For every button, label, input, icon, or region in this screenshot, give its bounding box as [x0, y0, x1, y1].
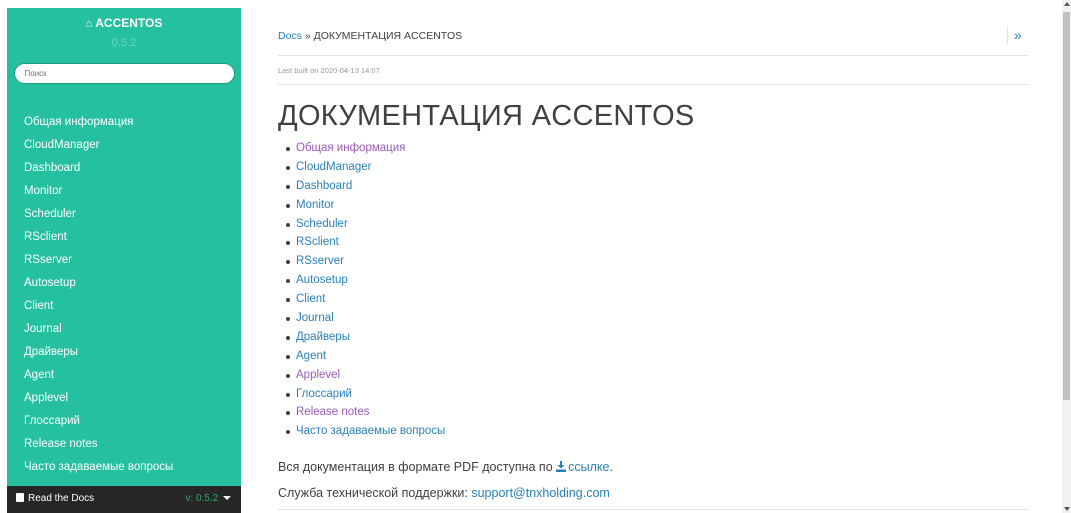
sidebar-item[interactable]: Autosetup — [7, 272, 241, 295]
toc-item: Applevel — [286, 366, 445, 385]
pdf-end: . — [609, 460, 613, 474]
toc-item: Драйверы — [286, 328, 445, 347]
toc-item: CloudManager — [286, 158, 445, 177]
breadcrumb: Docs » ДОКУМЕНТАЦИЯ ACCENTOS — [278, 30, 462, 42]
toc-link[interactable]: Monitor — [296, 199, 334, 211]
caret-down-icon — [223, 496, 231, 500]
search-input[interactable] — [13, 63, 235, 84]
toc-link[interactable]: RSserver — [296, 255, 344, 267]
versions-footer[interactable]: Read the Docs v: 0.5.2 — [7, 486, 241, 513]
toc-link[interactable]: Scheduler — [296, 218, 348, 230]
toc-item: Dashboard — [286, 177, 445, 196]
scroll-down-arrow-icon[interactable] — [1064, 507, 1070, 511]
download-icon — [556, 461, 567, 472]
project-title: ACCENTOS — [95, 16, 163, 30]
toc-link[interactable]: Dashboard — [296, 180, 352, 192]
toc-item: RSserver — [286, 252, 445, 271]
support-paragraph: Служба технической поддержки: support@tn… — [278, 486, 610, 500]
sidebar-item[interactable]: Dashboard — [7, 157, 241, 180]
sidebar-item[interactable]: Глоссарий — [7, 410, 241, 433]
scroll-up-arrow-icon[interactable] — [1064, 2, 1070, 6]
toc-item: Общая информация — [286, 139, 445, 158]
toc-link[interactable]: Applevel — [296, 369, 340, 381]
scroll-thumb[interactable] — [1063, 12, 1070, 400]
project-home-link[interactable]: ⌂ ACCENTOS — [7, 16, 241, 30]
scrollbar[interactable] — [1062, 0, 1071, 513]
toc-item: RSclient — [286, 233, 445, 252]
toc-item: Scheduler — [286, 215, 445, 234]
toc-item: Monitor — [286, 196, 445, 215]
toc-item: Journal — [286, 309, 445, 328]
breadcrumb-separator: » — [301, 30, 314, 42]
support-text: Служба технической поддержки: — [278, 486, 472, 500]
sidebar-item[interactable]: Release notes — [7, 433, 241, 456]
sidebar-item[interactable]: RSserver — [7, 249, 241, 272]
sidebar-item[interactable]: Applevel — [7, 387, 241, 410]
version-selector[interactable]: v: 0.5.2 — [185, 493, 231, 504]
sidebar-item[interactable]: Agent — [7, 364, 241, 387]
toc-link[interactable]: Autosetup — [296, 274, 348, 286]
pdf-download-link[interactable]: ссылке — [556, 460, 609, 474]
toc-item: Agent — [286, 347, 445, 366]
sidebar-item[interactable]: Драйверы — [7, 341, 241, 364]
sidebar-item[interactable]: RSclient — [7, 226, 241, 249]
toc-link[interactable]: Драйверы — [296, 331, 350, 343]
pdf-text: Вся документация в формате PDF доступна … — [278, 460, 557, 474]
read-the-docs-label: Read the Docs — [16, 493, 94, 504]
toc-link[interactable]: Release notes — [296, 406, 370, 418]
toc-link[interactable]: Часто задаваемые вопросы — [296, 425, 445, 437]
toc-list: Общая информация CloudManager Dashboard … — [286, 139, 445, 441]
last-built: Last built on 2020-04-13 14:07 — [278, 66, 380, 75]
sidebar-item[interactable]: Scheduler — [7, 203, 241, 226]
sidebar: ⌂ACCENTOS 0.5.2 Общая информация CloudMa… — [7, 8, 241, 513]
book-icon — [16, 493, 24, 502]
sidebar-header: ⌂ ACCENTOS 0.5.2 — [7, 8, 241, 84]
sidebar-item[interactable]: Client — [7, 295, 241, 318]
sidebar-nav: Общая информация CloudManager Dashboard … — [7, 111, 241, 479]
toc-item: Client — [286, 290, 445, 309]
toc-link[interactable]: CloudManager — [296, 161, 371, 173]
support-email-link[interactable]: support@tnxholding.com — [471, 486, 609, 500]
toc-item: Часто задаваемые вопросы — [286, 422, 445, 441]
toc-link[interactable]: Общая информация — [296, 142, 405, 154]
divider — [278, 509, 1028, 510]
expand-icon[interactable]: » — [1007, 26, 1022, 44]
sidebar-item[interactable]: Journal — [7, 318, 241, 341]
toc-item: Глоссарий — [286, 385, 445, 404]
breadcrumb-current: ДОКУМЕНТАЦИЯ ACCENTOS — [313, 30, 463, 42]
sidebar-item[interactable]: Часто задаваемые вопросы — [7, 456, 241, 479]
pdf-paragraph: Вся документация в формате PDF доступна … — [278, 460, 613, 474]
project-version: 0.5.2 — [111, 37, 137, 49]
home-icon: ⌂ — [85, 18, 93, 30]
sidebar-item[interactable]: Monitor — [7, 180, 241, 203]
toc-link[interactable]: Глоссарий — [296, 388, 352, 400]
toc-link[interactable]: Client — [296, 293, 325, 305]
toc-item: Release notes — [286, 403, 445, 422]
page-title: ДОКУМЕНТАЦИЯ ACCENTOS — [278, 100, 695, 132]
divider — [278, 55, 1028, 56]
divider — [278, 84, 1028, 85]
sidebar-item[interactable]: Общая информация — [7, 111, 241, 134]
breadcrumb-docs-link[interactable]: Docs — [278, 30, 302, 42]
toc-item: Autosetup — [286, 271, 445, 290]
toc-link[interactable]: Agent — [296, 350, 326, 362]
sidebar-item[interactable]: CloudManager — [7, 134, 241, 157]
toc-link[interactable]: RSclient — [296, 236, 339, 248]
toc-link[interactable]: Journal — [296, 312, 334, 324]
